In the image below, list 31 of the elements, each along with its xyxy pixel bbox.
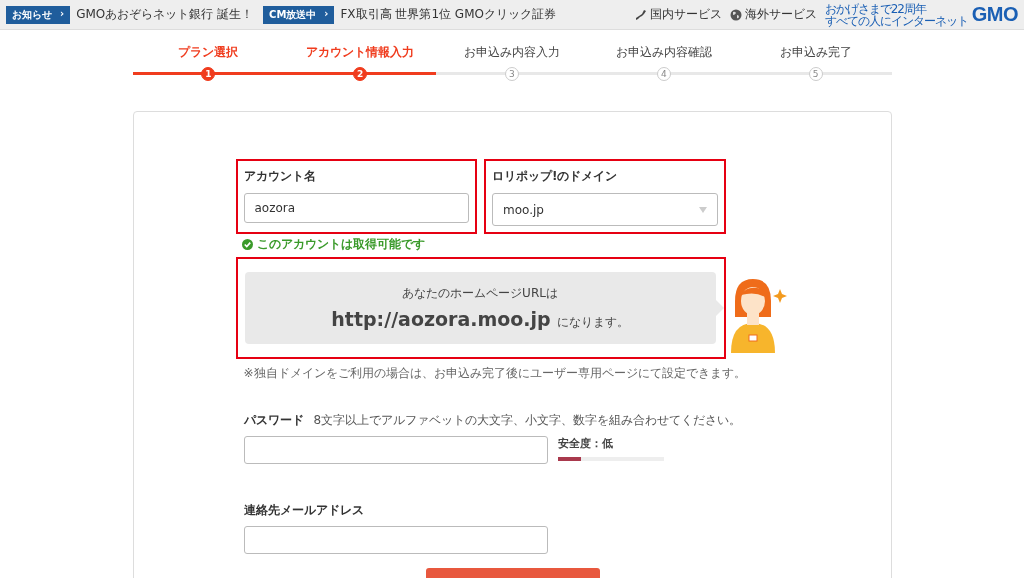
domain-dropdown[interactable]: moo.jp [492,193,718,226]
step-number: 5 [808,67,823,81]
notice-badge[interactable]: CM放送中 › [263,5,335,24]
service-link[interactable]: 海外サービス [729,6,817,23]
service-link[interactable]: 国内サービス [634,6,722,23]
step-label: プラン選択 [178,44,239,61]
step-number: 3 [505,67,519,81]
step-label: お申込み内容確認 [615,44,712,61]
step-number: 1 [201,67,216,81]
field-label: パスワード [243,412,304,429]
password-hint: 8文字以上でアルファベットの大文字、小文字、数字を組み合わせてください。 [313,412,742,429]
url-suffix-text: になります。 [556,314,629,331]
availability-message: このアカウントは取得可能です [256,236,425,253]
account-name-field[interactable]: aozora [243,193,469,223]
url-intro-text: あなたのホームページURLは [402,285,558,302]
field-label: アカウント名 [243,168,317,185]
field-label: ロリポップ!のドメイン [492,168,619,185]
field-label: 連絡先メールアドレス [243,502,365,519]
step-number: 2 [353,67,368,81]
step-label: アカウント情報入力 [306,44,415,61]
chevron-icon: › [60,7,65,22]
step-label: お申込み内容入力 [464,44,560,61]
domain-note: ※独自ドメインをご利用の場合は、お申込み完了後にユーザー専用ページにて設定できます。 [243,365,746,382]
notice-link[interactable]: GMOあおぞらネット銀行 誕生！ [76,6,254,23]
notice-link[interactable]: FX取引高 世界第1位 GMOクリック証券 [340,6,556,23]
chevron-icon: › [324,7,329,22]
step-number: 4 [656,67,671,81]
step-label: お申込み完了 [779,44,852,61]
notice-badge[interactable]: お知らせ › [6,5,71,24]
strength-label: 安全度：低 [557,436,614,451]
homepage-url: http://aozora.moo.jp [331,308,551,330]
